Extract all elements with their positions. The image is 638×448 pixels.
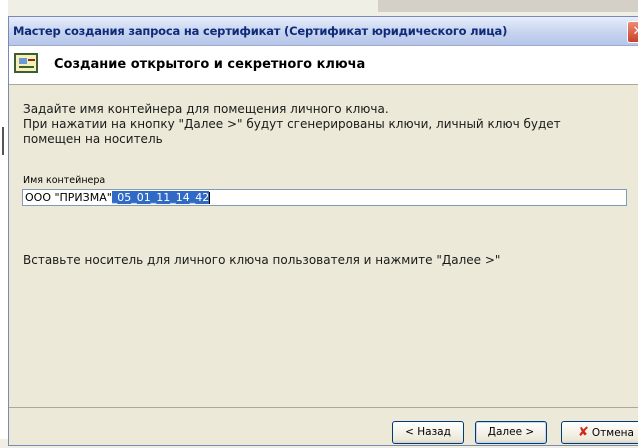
cancel-label: Отмена [591, 427, 634, 439]
title-bar[interactable]: Мастер создания запроса на сертификат (С… [9, 17, 638, 46]
close-button[interactable]: ✕ [627, 21, 638, 43]
wizard-dialog: Мастер создания запроса на сертификат (С… [8, 16, 638, 446]
container-name-prefix: ООО "ПРИЗМА" [25, 191, 112, 204]
window-title: Мастер создания запроса на сертификат (С… [13, 24, 508, 38]
next-button[interactable]: Далее > [475, 421, 547, 444]
certificate-icon [14, 53, 38, 73]
description-line: помещен на носитель [23, 132, 163, 146]
background-marker [2, 127, 4, 141]
wizard-header: Создание открытого и секретного ключа [9, 46, 638, 85]
background-marker [2, 141, 4, 155]
background-window-edge [0, 0, 8, 439]
description-line: При нажатии на кнопку "Далее >" будут сг… [23, 117, 561, 131]
container-name-label: Имя контейнера [23, 175, 106, 186]
cancel-icon: ✘ [578, 425, 589, 440]
insert-media-instruction: Вставьте носитель для личного ключа поль… [23, 253, 501, 267]
text-caret [209, 192, 211, 204]
description-line: Задайте имя контейнера для помещения лич… [23, 102, 389, 116]
back-button[interactable]: < Назад [392, 421, 464, 444]
page-title: Создание открытого и секретного ключа [54, 57, 366, 72]
container-name-selection: _05_01_11_14_42 [111, 191, 210, 204]
cancel-button[interactable]: ✘ Отмена [561, 421, 638, 444]
background-window-top [378, 0, 638, 12]
description: Задайте имя контейнера для помещения лич… [23, 102, 561, 147]
wizard-footer: < Назад Далее > ✘ Отмена [9, 407, 638, 448]
container-name-input[interactable]: ООО "ПРИЗМА"_05_01_11_14_42 [22, 189, 627, 206]
close-icon: ✕ [633, 24, 638, 39]
